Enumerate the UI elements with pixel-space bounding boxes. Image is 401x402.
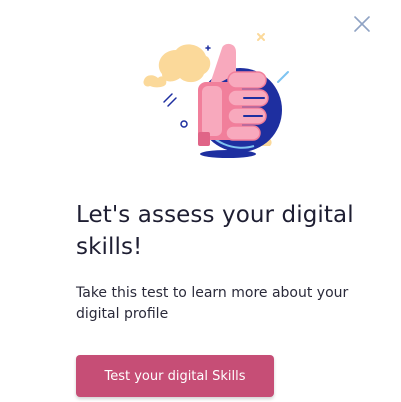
- close-button[interactable]: [352, 14, 372, 34]
- test-digital-skills-button[interactable]: Test your digital Skills: [76, 355, 274, 397]
- assessment-dialog: Let's assess your digital skills! Take t…: [0, 0, 401, 402]
- thumbs-up-icon: [143, 33, 289, 158]
- close-icon: [354, 16, 370, 32]
- dialog-title: Let's assess your digital skills!: [76, 202, 354, 260]
- dialog-description: Take this test to learn more about your …: [76, 285, 349, 322]
- thumbs-up-illustration: [140, 28, 300, 164]
